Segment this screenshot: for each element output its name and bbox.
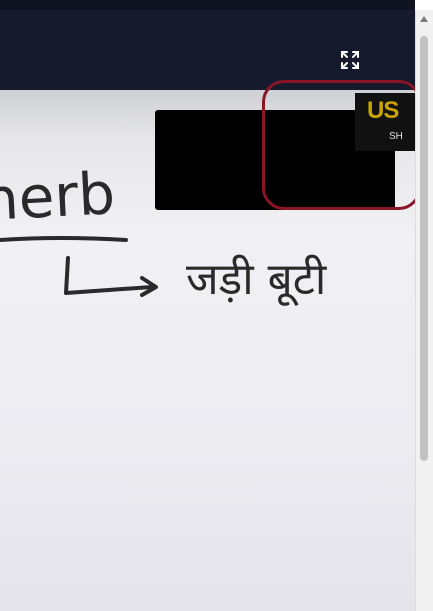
video-player[interactable]: herb जड़ी बूटी US SH bbox=[0, 90, 415, 611]
underline-stroke bbox=[0, 236, 128, 242]
scroll-up-arrow-icon[interactable] bbox=[420, 16, 428, 22]
scroll-thumb[interactable] bbox=[420, 36, 428, 461]
handwritten-hindi-jadi-buti: जड़ी बूटी bbox=[186, 254, 328, 307]
handwritten-word-herb: herb bbox=[0, 159, 117, 234]
channel-logo-text: SH bbox=[389, 131, 403, 142]
vertical-scrollbar[interactable] bbox=[415, 10, 433, 611]
arrow-stroke bbox=[64, 256, 154, 295]
channel-logo-mark: US bbox=[367, 97, 399, 124]
top-strip bbox=[0, 0, 415, 10]
expand-arrows-icon bbox=[341, 51, 359, 69]
app-window: herb जड़ी बूटी US SH bbox=[0, 0, 433, 611]
fullscreen-button[interactable] bbox=[338, 48, 362, 72]
channel-logo: US SH bbox=[355, 93, 415, 151]
video-header-bar bbox=[0, 10, 415, 90]
